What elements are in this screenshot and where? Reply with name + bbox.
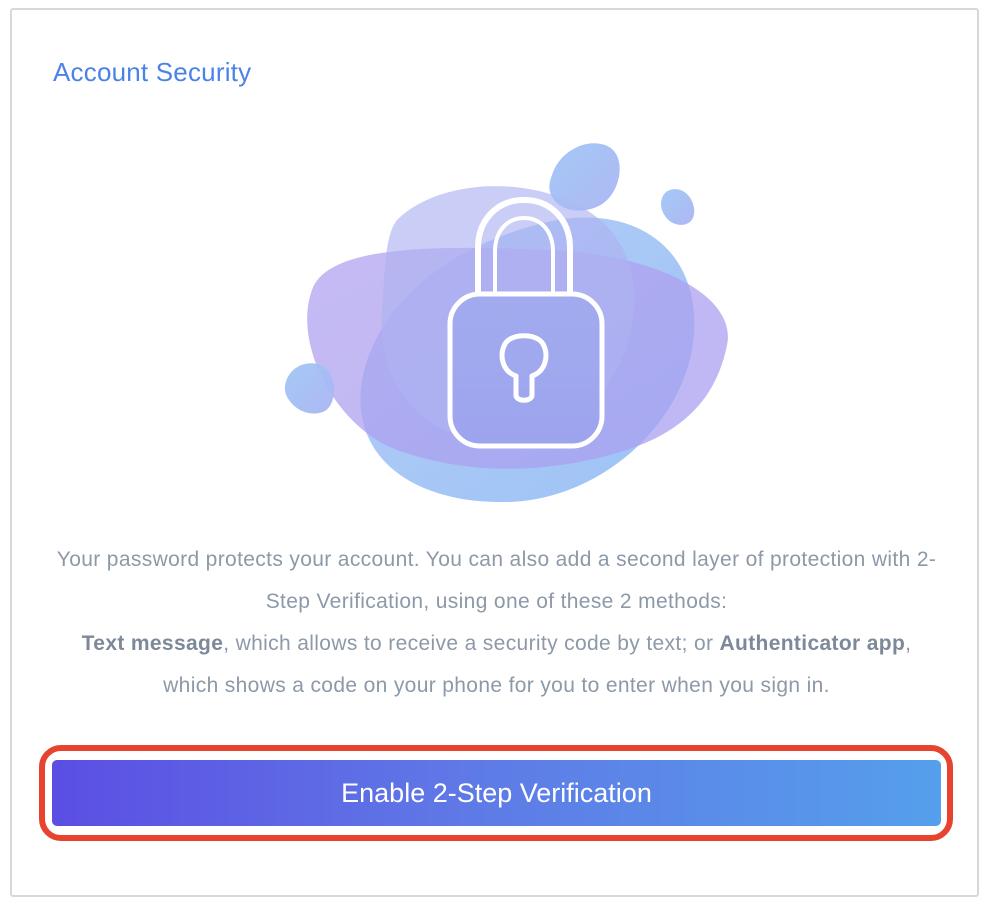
method-text-message-description: , which allows to receive a security cod… (223, 632, 720, 655)
method-authenticator-app: Authenticator app (719, 632, 906, 655)
security-description: Your password protects your account. You… (52, 539, 941, 707)
page-title: Account Security (53, 57, 252, 87)
enable-2-step-verification-button[interactable]: Enable 2-Step Verification (52, 760, 941, 826)
floating-blob-top (549, 143, 620, 211)
floating-blob-right (661, 189, 695, 225)
description-intro: Your password protects your account. You… (56, 548, 937, 613)
method-text-message: Text message (81, 632, 224, 655)
lock-illustration (284, 143, 728, 503)
floating-blob-left (284, 363, 334, 414)
account-security-card: Account Security Your password protects … (10, 8, 979, 897)
